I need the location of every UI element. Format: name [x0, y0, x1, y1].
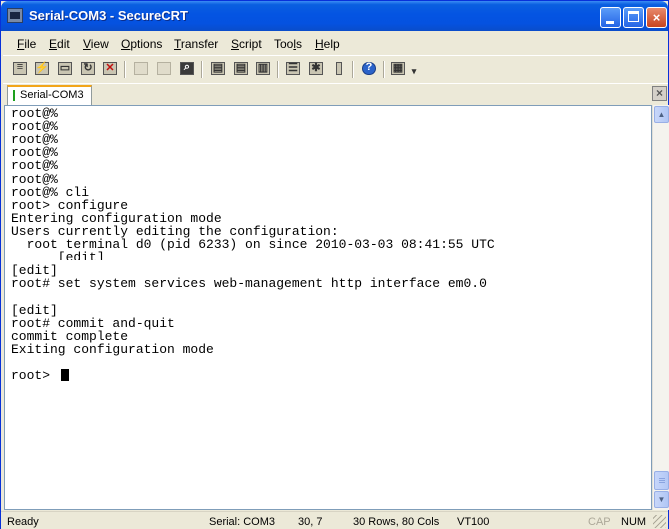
print-selection-icon[interactable]: ▤: [232, 60, 250, 77]
minimize-button[interactable]: [600, 7, 621, 28]
menu-options[interactable]: Options: [121, 37, 162, 51]
terminal-line: commit complete: [11, 328, 129, 344]
status-dimensions: 30 Rows, 80 Cols: [353, 516, 440, 528]
terminal-line: root terminal d0 (pid 6233) on since 201…: [11, 237, 495, 252]
toolbar: ≡ ⚡ ▭ ↻ ✕ ⌕ ▤ ▤ ▥ ☰ ✱ ? ▦ ▾: [3, 55, 668, 82]
terminal-line: Entering configuration mode: [11, 210, 222, 226]
terminal-line: root@%: [11, 145, 58, 161]
keymap-icon[interactable]: [330, 60, 348, 77]
reconnect-icon[interactable]: ↻: [79, 60, 97, 77]
title-bar[interactable]: Serial-COM3 - SecureCRT ×: [1, 1, 668, 31]
terminal-line: root@% cli: [11, 184, 90, 200]
menu-tools[interactable]: Tools: [274, 37, 302, 51]
sftp-icon[interactable]: ▦: [389, 60, 407, 77]
toolbar-separator: [352, 61, 354, 78]
menu-help[interactable]: Help: [315, 37, 340, 51]
vertical-scrollbar[interactable]: ▲ ▼: [652, 105, 669, 510]
tab-serial-com3[interactable]: Serial-COM3: [7, 85, 92, 105]
status-connection: Serial: COM3: [209, 516, 276, 528]
find-icon[interactable]: ⌕: [178, 60, 196, 77]
session-options-icon[interactable]: ☰: [284, 60, 302, 77]
toolbar-separator: [201, 61, 203, 78]
status-caps-lock: CAP: [588, 516, 611, 528]
maximize-button[interactable]: [623, 7, 644, 28]
terminal-line: root@%: [11, 171, 58, 187]
help-icon[interactable]: ?: [360, 60, 378, 77]
connect-icon[interactable]: ≡: [11, 60, 29, 77]
window-title: Serial-COM3 - SecureCRT: [29, 8, 188, 23]
menu-view[interactable]: View: [83, 37, 109, 51]
app-icon[interactable]: [7, 8, 23, 23]
terminal-line: root@%: [11, 158, 58, 174]
close-button[interactable]: ×: [646, 7, 667, 28]
session-tab-strip: Serial-COM3 ×: [3, 83, 668, 105]
menu-transfer[interactable]: Transfer: [174, 37, 218, 51]
menu-edit[interactable]: Edit: [49, 37, 70, 51]
menu-script[interactable]: Script: [231, 37, 262, 51]
terminal-line: [edit]: [11, 263, 58, 279]
copy-icon[interactable]: [132, 60, 150, 77]
terminal-line: [edit]: [11, 251, 105, 261]
disconnect-icon[interactable]: ✕: [101, 60, 119, 77]
connect-in-tab-icon[interactable]: ▭: [56, 60, 74, 77]
menu-file[interactable]: File: [17, 37, 36, 51]
minimize-icon: [606, 21, 614, 24]
connection-status-icon: [13, 90, 15, 101]
terminal-line: root> configure: [11, 197, 129, 213]
resize-grip-icon[interactable]: [653, 515, 666, 528]
scroll-thumb[interactable]: [654, 471, 669, 490]
status-state: Ready: [7, 516, 39, 528]
status-num-lock: NUM: [621, 516, 647, 528]
toolbar-separator: [383, 61, 385, 78]
terminal-line: root@%: [11, 119, 58, 135]
close-tab-icon[interactable]: ×: [652, 86, 667, 101]
securecrt-window: Serial-COM3 - SecureCRT × File Edit View…: [0, 0, 669, 529]
toolbar-dropdown-icon[interactable]: ▾: [409, 60, 419, 77]
menu-bar: File Edit View Options Transfer Script T…: [3, 33, 668, 53]
terminal-line: [edit]: [11, 302, 58, 318]
quick-connect-icon[interactable]: ⚡: [33, 60, 51, 77]
print-icon[interactable]: ▤: [209, 60, 227, 77]
scroll-up-icon[interactable]: ▲: [654, 106, 669, 123]
tab-label: Serial-COM3: [20, 89, 84, 101]
toolbar-separator: [124, 61, 126, 78]
paste-icon[interactable]: [155, 60, 173, 77]
terminal-line: Exiting configuration mode: [11, 341, 214, 357]
toolbar-separator: [277, 61, 279, 78]
terminal-line: root@%: [11, 132, 58, 148]
terminal-line: root# set system services web-management…: [11, 276, 487, 292]
global-options-icon[interactable]: ✱: [307, 60, 325, 77]
terminal-line: root@%: [11, 106, 58, 121]
print-setup-icon[interactable]: ▥: [254, 60, 272, 77]
scroll-down-icon[interactable]: ▼: [654, 491, 669, 508]
terminal-line: root# commit and-quit: [11, 315, 175, 331]
terminal-screen[interactable]: root@% root@% root@% root@% root@% root@% root…: [4, 105, 652, 510]
status-bar: Ready Serial: COM3 30, 7 30 Rows, 80 Col…: [1, 511, 668, 529]
maximize-icon: [628, 11, 639, 22]
status-cursor-position: 30, 7: [298, 516, 323, 528]
close-icon: ×: [652, 10, 661, 25]
status-emulation: VT100: [457, 516, 490, 528]
terminal-cursor: [61, 369, 69, 381]
terminal-line: root>: [11, 368, 58, 383]
terminal-line: Users currently editing the configuratio…: [11, 223, 339, 239]
